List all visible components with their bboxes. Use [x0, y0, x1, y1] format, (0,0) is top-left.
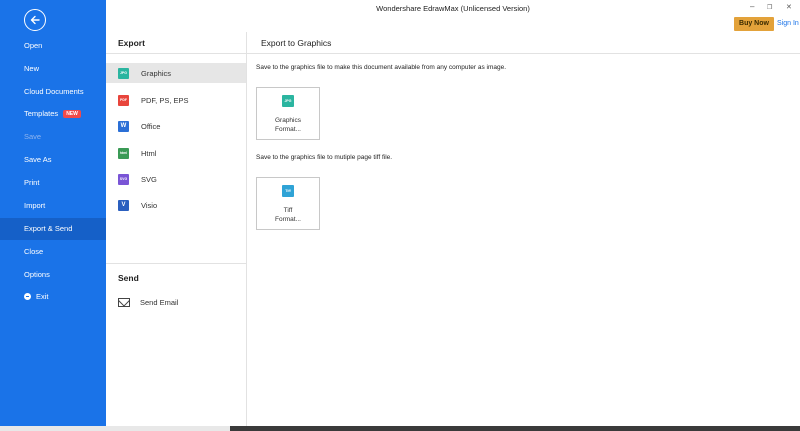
title-bar: Wondershare EdrawMax (Unlicensed Version… [106, 0, 800, 18]
panel-divider [106, 263, 246, 264]
graphics-format-button[interactable]: JPG Graphics Format... [256, 87, 320, 140]
visio-file-icon: V [118, 199, 129, 211]
export-item-label: SVG [141, 174, 157, 184]
taskbar-strip-light [0, 426, 230, 431]
sidebar-item-cloud-documents[interactable]: Cloud Documents [0, 81, 106, 103]
sidebar-item-open[interactable]: Open [0, 35, 106, 57]
sidebar-item-new[interactable]: New [0, 58, 106, 80]
sidebar-item-label: Import [24, 201, 46, 210]
export-item-label: Visio [141, 200, 158, 210]
html-file-icon: html [118, 147, 129, 159]
sidebar-item-label: Export & Send [24, 224, 73, 233]
graphics-format-label: Graphics Format... [274, 117, 301, 133]
sidebar-item-label: New [24, 64, 40, 73]
sidebar-item-label: Close [24, 247, 44, 256]
send-email-item[interactable]: Send Email [106, 292, 246, 312]
sidebar-item-save-as[interactable]: Save As [0, 149, 106, 171]
export-panel: Export JPG Graphics PDF PDF, PS, EPS W O… [106, 32, 247, 426]
sidebar-item-export-send[interactable]: Export & Send [0, 218, 106, 240]
new-badge: NEW [63, 110, 81, 118]
export-heading: Export [118, 38, 145, 48]
graphics-description: Save to the graphics file to make this d… [256, 64, 507, 71]
pdf-file-icon: PDF [118, 94, 129, 106]
restore-icon[interactable]: ❐ [767, 4, 772, 11]
tiff-format-button[interactable]: Tiff Tiff Format... [256, 177, 320, 230]
sidebar-item-templates[interactable]: Templates NEW [0, 103, 106, 125]
sidebar-item-label: Open [24, 41, 43, 50]
sidebar-item-options[interactable]: Options [0, 264, 106, 286]
close-icon[interactable]: ✕ [786, 3, 792, 11]
buy-now-button[interactable]: Buy Now [734, 17, 774, 31]
sidebar-item-exit[interactable]: Exit [0, 286, 106, 308]
export-item-label: Html [141, 148, 157, 158]
sidebar-item-label: Options [24, 270, 50, 279]
exit-icon [24, 293, 31, 300]
tiff-description: Save to the graphics file to mutiple pag… [256, 154, 393, 161]
sidebar-item-label: Cloud Documents [24, 87, 84, 96]
jpg-file-icon: JPG [118, 67, 129, 79]
tiff-format-label: Tiff Format... [274, 207, 301, 223]
mail-icon [118, 297, 130, 307]
export-item-visio[interactable]: V Visio [106, 195, 246, 215]
backstage-sidebar: Open New Cloud Documents Templates NEW Sa… [0, 0, 106, 426]
export-item-svg[interactable]: SVG SVG [106, 169, 246, 189]
send-email-label: Send Email [140, 297, 179, 307]
sidebar-item-label: Save As [24, 155, 52, 164]
sidebar-item-import[interactable]: Import [0, 195, 106, 217]
sidebar-item-save[interactable]: Save [0, 126, 106, 148]
sidebar-item-label: Save [24, 132, 42, 141]
sidebar-item-label: Templates [24, 109, 59, 118]
page-title: Export to Graphics [261, 38, 332, 48]
send-heading: Send [118, 273, 139, 283]
export-item-label: PDF, PS, EPS [141, 95, 189, 105]
back-arrow-icon[interactable] [24, 9, 46, 31]
sidebar-item-print[interactable]: Print [0, 172, 106, 194]
export-item-office[interactable]: W Office [106, 116, 246, 136]
window-title: Wondershare EdrawMax (Unlicensed Version… [376, 4, 530, 13]
export-item-label: Graphics [141, 68, 172, 78]
minimize-icon[interactable]: – [750, 2, 754, 11]
word-file-icon: W [118, 120, 129, 132]
export-item-graphics[interactable]: JPG Graphics [106, 63, 246, 83]
export-item-label: Office [141, 121, 161, 131]
sidebar-item-close[interactable]: Close [0, 241, 106, 263]
sidebar-item-label: Exit [36, 292, 49, 301]
tiff-file-icon: Tiff [282, 185, 294, 197]
svg-file-icon: SVG [118, 173, 129, 185]
jpg-file-icon: JPG [282, 95, 294, 107]
export-item-pdf[interactable]: PDF PDF, PS, EPS [106, 90, 246, 110]
sign-in-link[interactable]: Sign In [777, 17, 799, 31]
export-item-html[interactable]: html Html [106, 143, 246, 163]
sidebar-item-label: Print [24, 178, 40, 187]
